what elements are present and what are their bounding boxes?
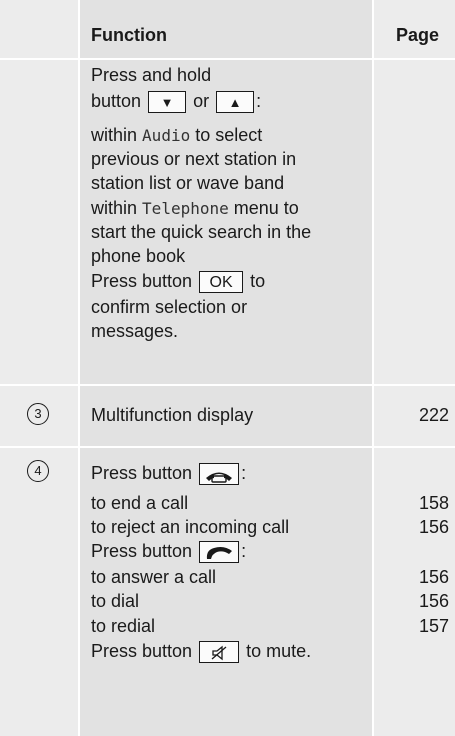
text-span: Press button bbox=[91, 641, 193, 661]
text-span: Press button bbox=[91, 541, 193, 561]
ok-key: OK bbox=[199, 271, 244, 294]
text-span: Press button bbox=[91, 463, 193, 483]
text-span: : bbox=[256, 91, 262, 111]
page-number: 156 bbox=[418, 567, 449, 587]
header-function: Function bbox=[91, 25, 167, 45]
text-span: Press button bbox=[91, 271, 193, 291]
text-line: station list or wave band bbox=[91, 173, 285, 193]
page-number: 156 bbox=[418, 517, 449, 537]
text-span: within bbox=[91, 198, 138, 218]
row-divider bbox=[0, 446, 455, 448]
text-span: : bbox=[241, 541, 247, 561]
text-line: to end a call bbox=[91, 493, 189, 513]
page-number: 156 bbox=[418, 591, 449, 611]
down-arrow-key: ▼ bbox=[148, 91, 187, 114]
text-line: phone book bbox=[91, 246, 186, 266]
text-span: menu to bbox=[233, 198, 299, 218]
up-arrow-key: ▲ bbox=[216, 91, 255, 114]
mute-icon bbox=[199, 641, 240, 664]
text-line: to redial bbox=[91, 616, 156, 636]
text-span: to bbox=[250, 271, 266, 291]
text-span: to mute. bbox=[246, 641, 312, 661]
text-line: Press button OK to bbox=[91, 270, 266, 294]
text-line: messages. bbox=[91, 321, 179, 341]
menu-name: Audio bbox=[142, 126, 191, 145]
page-number: 157 bbox=[418, 616, 449, 636]
text-span: button bbox=[91, 91, 142, 111]
text-line: within Telephone menu to bbox=[91, 197, 299, 220]
text-line: Press button : bbox=[91, 462, 247, 486]
function-table: Function Page Press and hold button ▼ or… bbox=[0, 0, 455, 736]
callout-number: 4 bbox=[27, 460, 49, 482]
answer-phone-icon bbox=[199, 541, 240, 564]
menu-name: Telephone bbox=[142, 199, 229, 218]
text-line: to reject an incoming call bbox=[91, 517, 290, 537]
text-line: Press button to mute. bbox=[91, 640, 312, 664]
text-span: or bbox=[193, 91, 210, 111]
text-line: Multifunction display bbox=[91, 405, 254, 425]
text-line: to dial bbox=[91, 591, 140, 611]
page-number: 158 bbox=[418, 493, 449, 513]
text-line: Press and hold bbox=[91, 65, 212, 85]
callout-number: 3 bbox=[27, 403, 49, 425]
text-line: start the quick search in the bbox=[91, 222, 312, 242]
row-divider bbox=[0, 58, 455, 60]
text-line: confirm selection or bbox=[91, 297, 248, 317]
text-line: previous or next station in bbox=[91, 149, 297, 169]
marker-column bbox=[0, 0, 78, 736]
text-line: to answer a call bbox=[91, 567, 217, 587]
hang-up-phone-icon bbox=[199, 463, 240, 486]
text-line: button ▼ or ▲: bbox=[91, 90, 262, 114]
text-span: : bbox=[241, 463, 247, 483]
text-span: to select bbox=[195, 125, 263, 145]
text-line: Press button : bbox=[91, 540, 247, 564]
text-line: within Audio to select bbox=[91, 124, 262, 147]
text-span: within bbox=[91, 125, 138, 145]
header-page: Page bbox=[396, 25, 440, 45]
row-divider bbox=[0, 384, 455, 386]
page-number: 222 bbox=[418, 405, 449, 425]
